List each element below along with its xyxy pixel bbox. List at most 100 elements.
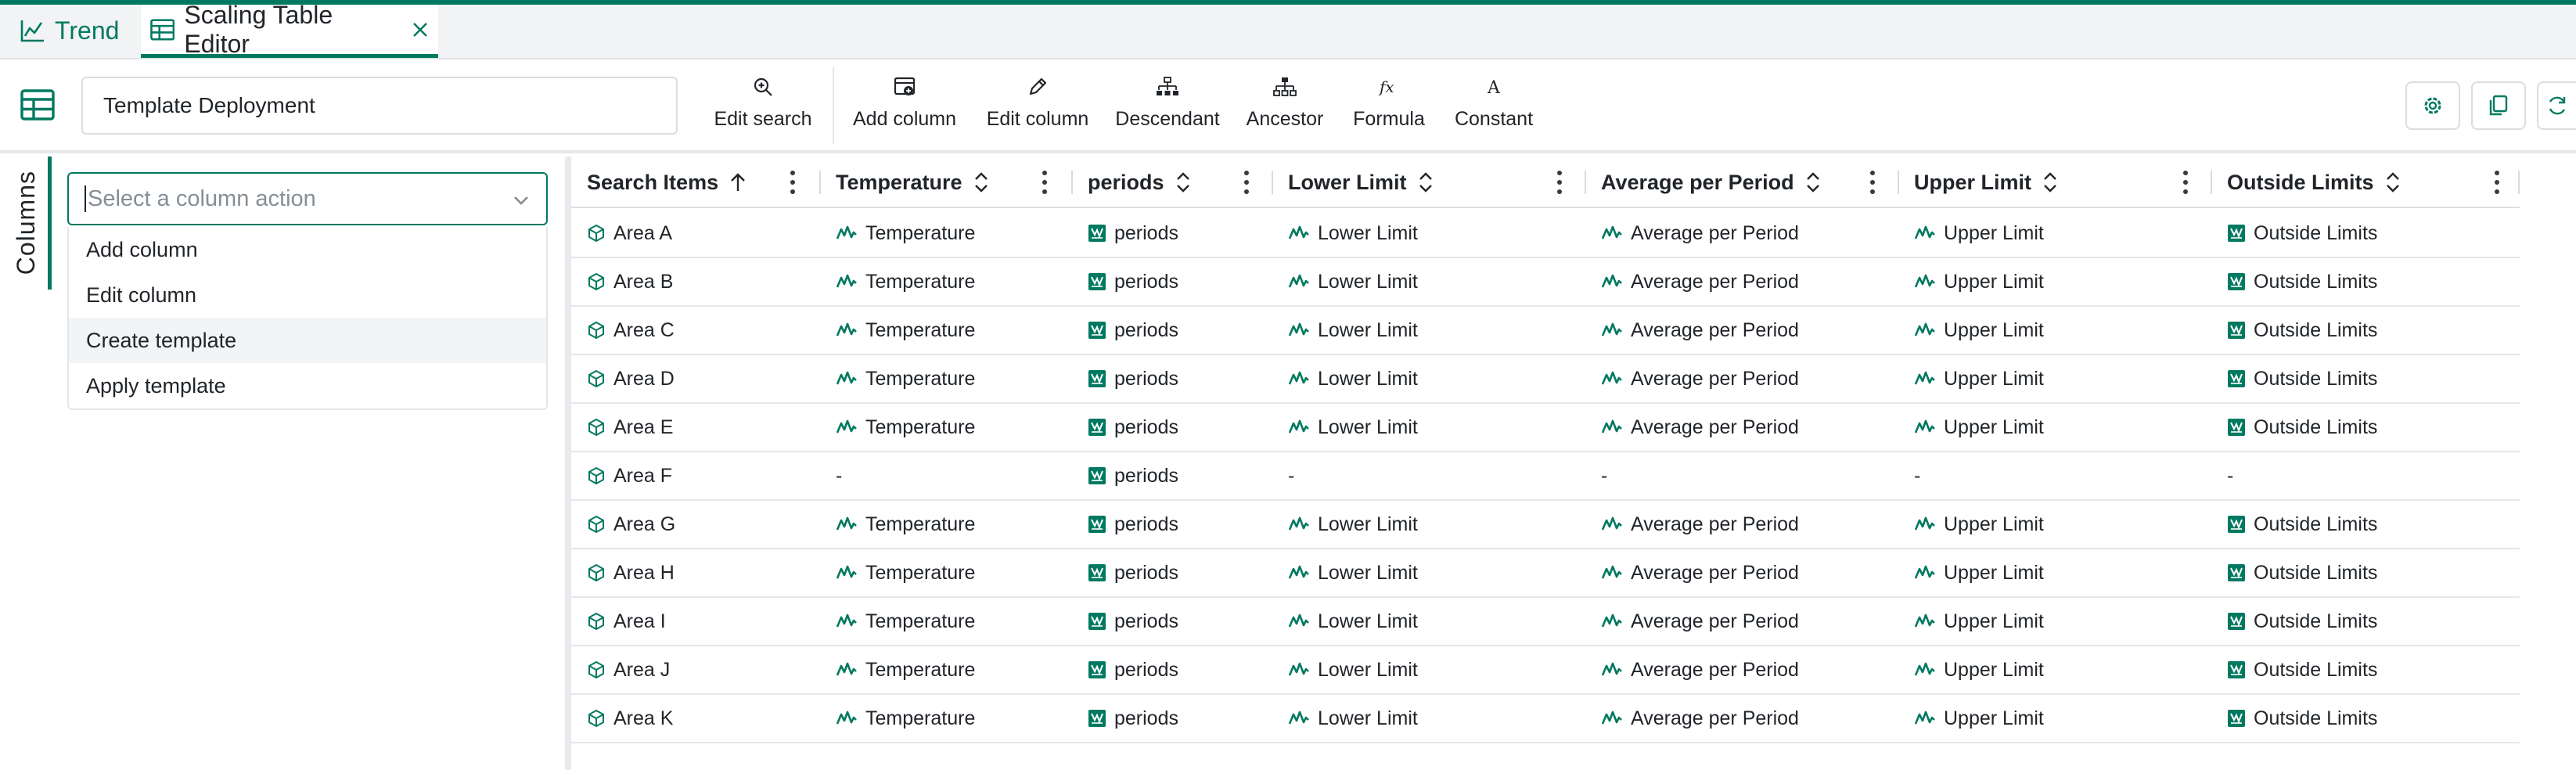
sort-toggle[interactable]	[2042, 171, 2058, 193]
column-menu-kebab-icon[interactable]	[2182, 171, 2189, 194]
table-cell[interactable]: Upper Limit	[1914, 549, 2044, 596]
table-cell[interactable]: Temperature	[836, 307, 975, 354]
row-item-cell[interactable]: Area B	[587, 258, 673, 305]
column-action-select[interactable]: Select a column action	[67, 172, 548, 225]
table-row[interactable]: Area G Temperature periods Lower Limit Avera…	[571, 501, 2520, 549]
column-header-4[interactable]: Average per Period	[1585, 157, 1898, 208]
table-cell[interactable]: periods	[1088, 695, 1178, 742]
table-cell[interactable]: Upper Limit	[1914, 598, 2044, 645]
table-row[interactable]: Area A Temperature periods Lower Limit Avera…	[571, 210, 2520, 258]
sort-toggle[interactable]	[2385, 171, 2401, 193]
table-cell[interactable]: Upper Limit	[1914, 307, 2044, 354]
table-cell[interactable]: Average per Period	[1601, 210, 1799, 257]
table-cell[interactable]: periods	[1088, 355, 1178, 402]
table-cell[interactable]: Upper Limit	[1914, 258, 2044, 305]
table-cell[interactable]: Lower Limit	[1288, 646, 1418, 693]
column-menu-kebab-icon[interactable]	[1243, 171, 1250, 194]
table-cell[interactable]: Temperature	[836, 598, 975, 645]
sort-toggle[interactable]	[973, 171, 989, 193]
table-cell[interactable]: Lower Limit	[1288, 355, 1418, 402]
column-menu-kebab-icon[interactable]	[789, 171, 797, 194]
table-row[interactable]: Area I Temperature periods Lower Limit Avera…	[571, 598, 2520, 646]
tab-trend[interactable]: Trend	[20, 5, 119, 56]
column-menu-kebab-icon[interactable]	[2493, 171, 2501, 194]
column-header-0[interactable]: Search Items	[571, 157, 820, 208]
table-cell[interactable]: Upper Limit	[1914, 501, 2044, 548]
table-row[interactable]: Area B Temperature periods Lower Limit Avera…	[571, 258, 2520, 307]
row-item-cell[interactable]: Area F	[587, 452, 672, 499]
table-cell[interactable]: Temperature	[836, 695, 975, 742]
constant-button[interactable]: A Constant	[1451, 74, 1537, 144]
table-row[interactable]: Area D Temperature periods Lower Limit Avera…	[571, 355, 2520, 404]
close-icon[interactable]	[412, 21, 438, 38]
table-cell[interactable]: Temperature	[836, 258, 975, 305]
row-item-cell[interactable]: Area A	[587, 210, 672, 257]
table-cell[interactable]: -	[2227, 452, 2233, 499]
table-row[interactable]: Area C Temperature periods Lower Limit Avera…	[571, 307, 2520, 355]
table-cell[interactable]: Outside Limits	[2227, 501, 2377, 548]
table-cell[interactable]: Outside Limits	[2227, 307, 2377, 354]
descendant-button[interactable]: Descendant	[1113, 74, 1222, 144]
table-cell[interactable]: Upper Limit	[1914, 404, 2044, 451]
option-apply-template[interactable]: Apply template	[69, 363, 546, 408]
table-cell[interactable]: Upper Limit	[1914, 355, 2044, 402]
table-cell[interactable]: Lower Limit	[1288, 501, 1418, 548]
table-cell[interactable]: Outside Limits	[2227, 258, 2377, 305]
table-cell[interactable]: Average per Period	[1601, 355, 1799, 402]
tab-scaling-table-editor[interactable]: Scaling Table Editor	[141, 1, 438, 58]
ancestor-button[interactable]: Ancestor	[1238, 74, 1332, 144]
option-edit-column[interactable]: Edit column	[69, 272, 546, 318]
edit-search-button[interactable]: Edit search	[712, 74, 814, 144]
table-cell[interactable]: Average per Period	[1601, 307, 1799, 354]
table-cell[interactable]: Temperature	[836, 501, 975, 548]
table-cell[interactable]: Temperature	[836, 646, 975, 693]
table-cell[interactable]: Temperature	[836, 404, 975, 451]
settings-button[interactable]	[2405, 81, 2460, 130]
row-item-cell[interactable]: Area D	[587, 355, 675, 402]
refresh-button[interactable]	[2537, 81, 2576, 130]
columns-side-tab[interactable]: Columns	[5, 157, 52, 290]
table-cell[interactable]: Lower Limit	[1288, 210, 1418, 257]
table-cell[interactable]: Temperature	[836, 549, 975, 596]
column-header-1[interactable]: Temperature	[820, 157, 1072, 208]
table-row[interactable]: Area K Temperature periods Lower Limit Avera…	[571, 695, 2520, 743]
row-item-cell[interactable]: Area G	[587, 501, 675, 548]
table-cell[interactable]: Average per Period	[1601, 549, 1799, 596]
sort-toggle[interactable]	[1418, 171, 1434, 193]
table-row[interactable]: Area H Temperature periods Lower Limit Avera…	[571, 549, 2520, 598]
row-item-cell[interactable]: Area E	[587, 404, 673, 451]
table-cell[interactable]: periods	[1088, 549, 1178, 596]
table-cell[interactable]: Upper Limit	[1914, 210, 2044, 257]
chevron-down-icon[interactable]	[510, 189, 532, 218]
sort-toggle[interactable]	[1175, 171, 1191, 193]
table-cell[interactable]: Lower Limit	[1288, 404, 1418, 451]
table-cell[interactable]: Temperature	[836, 355, 975, 402]
table-cell[interactable]: -	[1288, 452, 1294, 499]
edit-column-button[interactable]: Edit column	[983, 74, 1092, 144]
table-cell[interactable]: Average per Period	[1601, 646, 1799, 693]
table-cell[interactable]: Outside Limits	[2227, 695, 2377, 742]
table-cell[interactable]: -	[1914, 452, 1920, 499]
column-resize-handle[interactable]	[2518, 171, 2520, 194]
table-cell[interactable]: Average per Period	[1601, 695, 1799, 742]
row-item-cell[interactable]: Area H	[587, 549, 675, 596]
table-cell[interactable]: Temperature	[836, 210, 975, 257]
table-cell[interactable]: periods	[1088, 258, 1178, 305]
table-cell[interactable]: periods	[1088, 404, 1178, 451]
table-cell[interactable]: Lower Limit	[1288, 695, 1418, 742]
table-cell[interactable]: Lower Limit	[1288, 307, 1418, 354]
column-menu-kebab-icon[interactable]	[1869, 171, 1876, 194]
column-header-5[interactable]: Upper Limit	[1898, 157, 2211, 208]
column-menu-kebab-icon[interactable]	[1556, 171, 1563, 194]
sort-toggle[interactable]	[729, 172, 747, 192]
table-cell[interactable]: periods	[1088, 210, 1178, 257]
table-row[interactable]: Area F - periods - - - -	[571, 452, 2520, 501]
table-cell[interactable]: periods	[1088, 646, 1178, 693]
table-cell[interactable]: Outside Limits	[2227, 646, 2377, 693]
table-cell[interactable]: Upper Limit	[1914, 695, 2044, 742]
table-cell[interactable]: Lower Limit	[1288, 258, 1418, 305]
table-cell[interactable]: Lower Limit	[1288, 598, 1418, 645]
table-cell[interactable]: Average per Period	[1601, 258, 1799, 305]
table-cell[interactable]: Outside Limits	[2227, 355, 2377, 402]
sort-toggle[interactable]	[1805, 171, 1821, 193]
